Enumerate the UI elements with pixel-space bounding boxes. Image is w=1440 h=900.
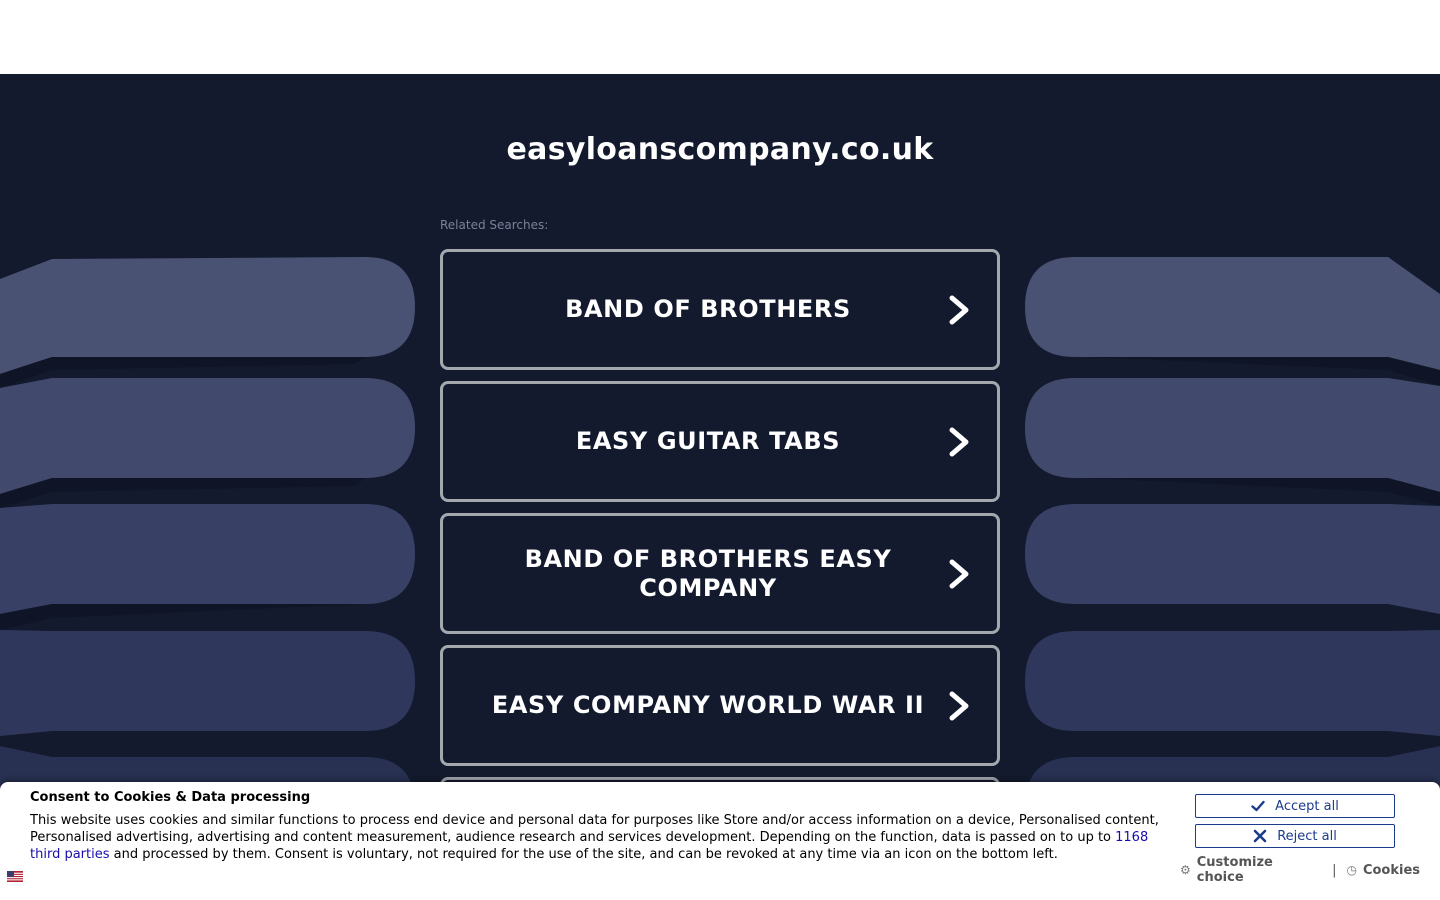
parked-domain-page: easyloanscompany.co.uk Related Searches:… — [0, 74, 1440, 900]
close-icon — [1253, 829, 1267, 843]
consent-text-part-2: and processed by them. Consent is volunt… — [109, 847, 1058, 862]
check-icon — [1251, 800, 1265, 812]
consent-text-part-1: This website uses cookies and similar fu… — [30, 813, 1159, 845]
chevron-right-icon — [949, 559, 969, 588]
cookies-link[interactable]: ◷ Cookies — [1346, 863, 1420, 878]
customize-choice-label: Customize choice — [1196, 855, 1273, 885]
cookie-icon: ◷ — [1346, 863, 1357, 877]
related-search-label: EASY COMPANY WORLD WAR II — [491, 691, 925, 719]
accept-all-label: Accept all — [1275, 798, 1339, 814]
accept-all-button[interactable]: Accept all — [1195, 794, 1395, 818]
consent-footer-links: ⚙ Customize choice | ◷ Cookies — [1180, 855, 1420, 885]
related-search-link-3[interactable]: BAND OF BROTHERS EASY COMPANY — [440, 513, 1000, 634]
related-searches-label: Related Searches: — [440, 218, 549, 232]
us-flag-icon[interactable] — [7, 871, 23, 882]
reject-all-label: Reject all — [1277, 828, 1337, 844]
reject-all-button[interactable]: Reject all — [1195, 824, 1395, 848]
chevron-right-icon — [949, 295, 969, 324]
cookie-consent-banner: Consent to Cookies & Data processing Thi… — [0, 782, 1440, 900]
chevron-right-icon — [949, 427, 969, 456]
related-search-link-1[interactable]: BAND OF BROTHERS — [440, 249, 1000, 370]
consent-title: Consent to Cookies & Data processing — [30, 790, 311, 805]
related-search-label: BAND OF BROTHERS EASY COMPANY — [524, 544, 892, 602]
chevron-right-icon — [949, 691, 969, 720]
cookies-label: Cookies — [1362, 862, 1420, 878]
links-separator: | — [1332, 862, 1337, 878]
top-blank-bar — [0, 0, 1440, 74]
customize-choice-link[interactable]: ⚙ Customize choice — [1180, 855, 1322, 885]
related-search-label: EASY GUITAR TABS — [575, 427, 841, 455]
related-search-link-2[interactable]: EASY GUITAR TABS — [440, 381, 1000, 502]
gear-icon: ⚙ — [1180, 863, 1191, 877]
related-search-label: BAND OF BROTHERS — [565, 295, 851, 323]
consent-description: This website uses cookies and similar fu… — [30, 812, 1162, 863]
related-search-link-4[interactable]: EASY COMPANY WORLD WAR II — [440, 645, 1000, 766]
domain-title: easyloanscompany.co.uk — [506, 132, 934, 167]
